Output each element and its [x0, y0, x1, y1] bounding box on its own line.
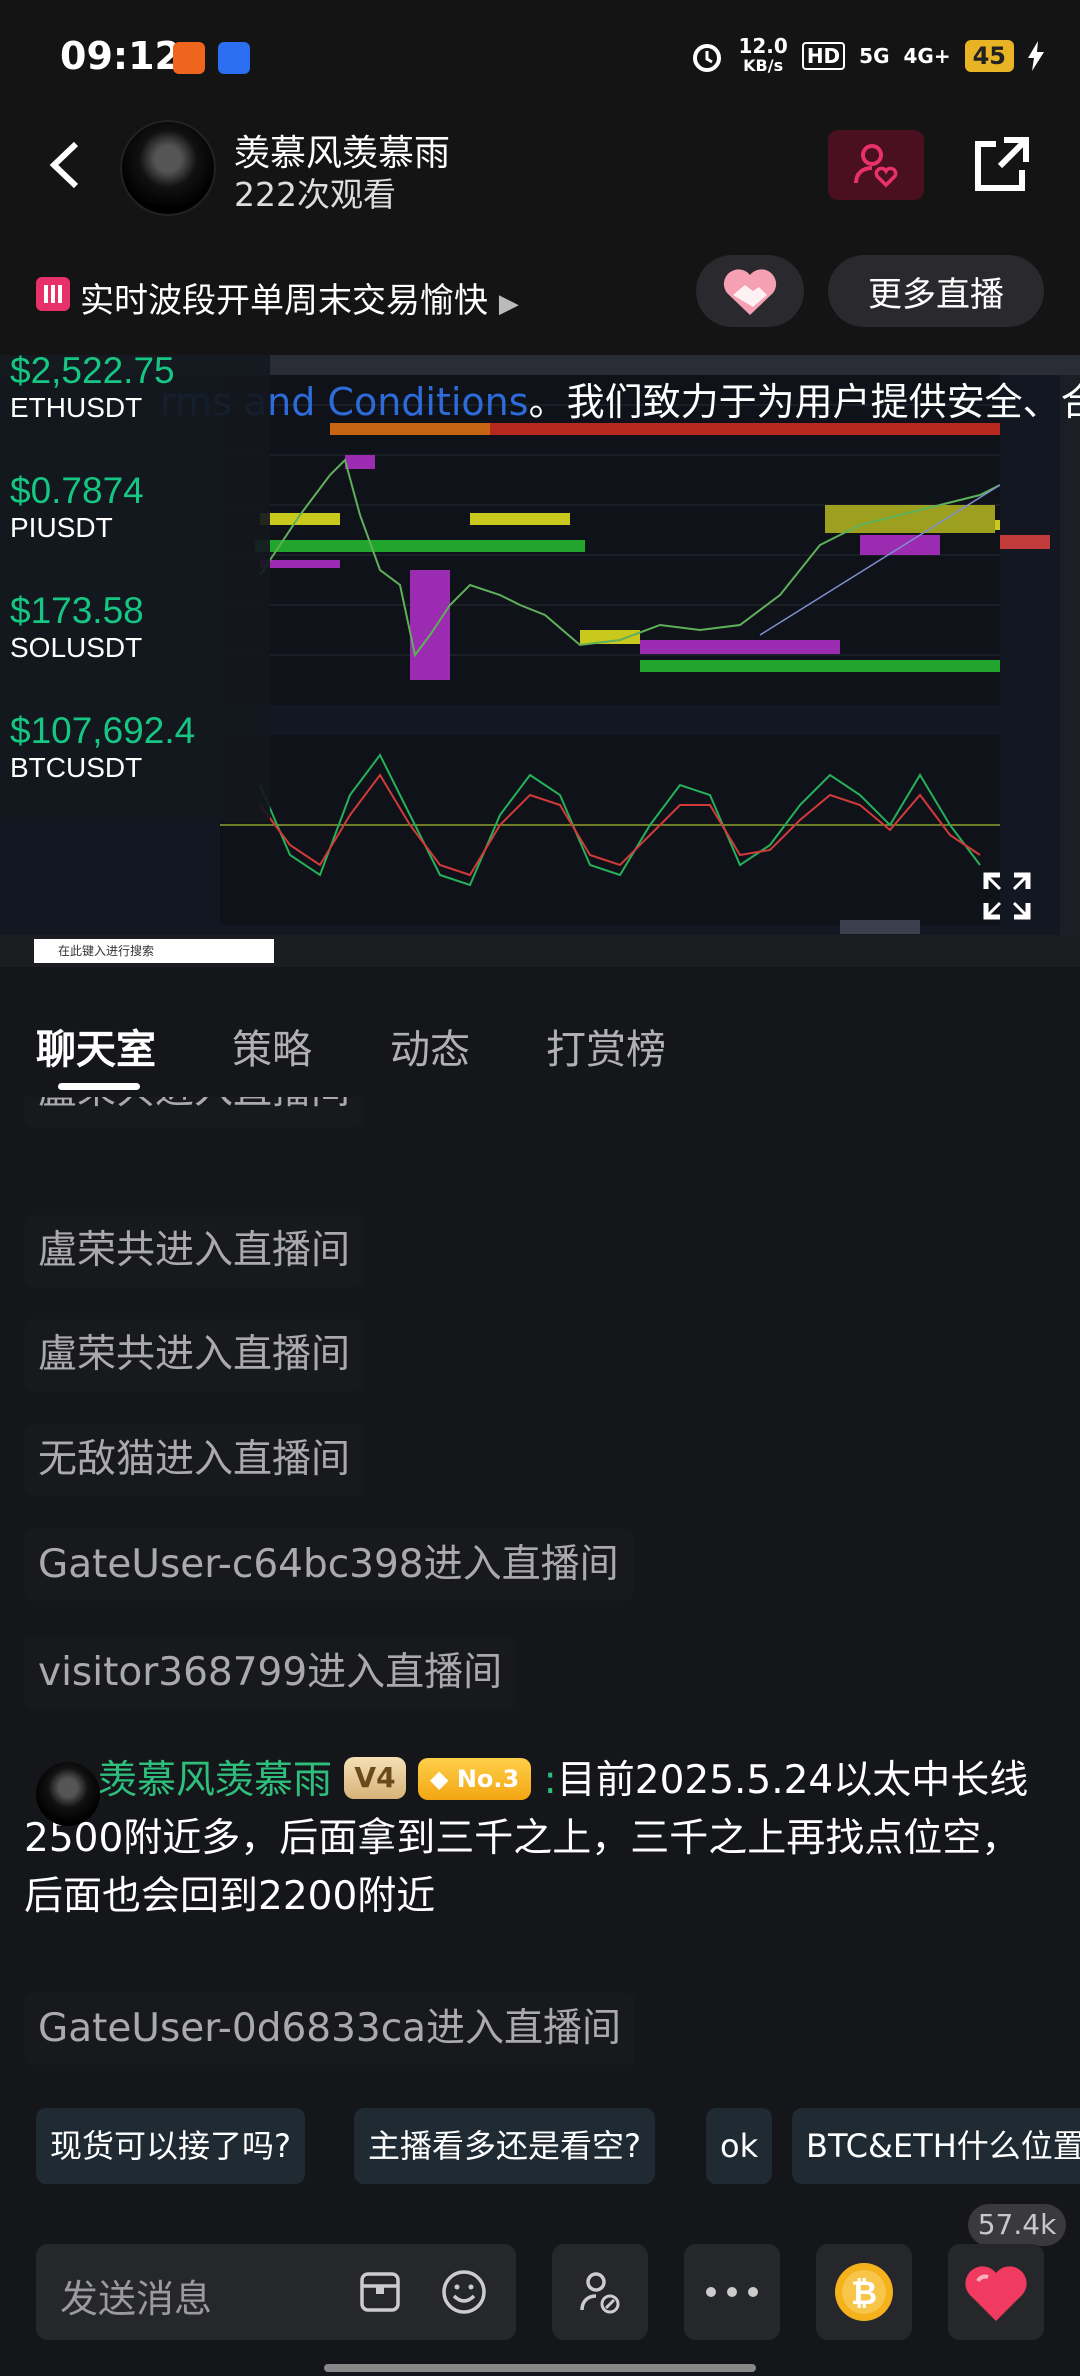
live-indicator-icon	[36, 277, 70, 311]
signal-4g-icon: 4G+	[903, 44, 951, 68]
rank-badge-text: No.3	[456, 1765, 520, 1793]
live-title[interactable]: 实时波段开单周末交易愉快 ▶	[80, 273, 519, 322]
quick-replies: 现货可以接了吗? 主播看多还是看空? ok BTC&ETH什么位置	[0, 2108, 1080, 2184]
hd-icon: HD	[801, 42, 846, 70]
tab-reward-ranking[interactable]: 打赏榜	[546, 1017, 666, 1075]
share-button[interactable]	[968, 132, 1034, 198]
box-icon[interactable]	[358, 2270, 402, 2314]
list-item: visitor368799进入直播间	[38, 1650, 503, 1695]
network-speed: 12.0 KB/s	[738, 36, 787, 76]
quick-reply-button[interactable]: BTC&ETH什么位置	[792, 2108, 1080, 2184]
host-chat-message: 羡慕风羡慕雨 V4 ◆ No.3 :目前2025.5.24以太中长线2500附近…	[24, 1752, 1044, 1926]
level-badge: V4	[344, 1757, 406, 1799]
ticker-price: $107,692.4	[10, 710, 196, 751]
more-dots-icon	[706, 2287, 758, 2297]
ticker-pi: $0.7874 PIUSDT	[10, 470, 144, 544]
tab-chatroom[interactable]: 聊天室	[36, 1017, 156, 1075]
status-indicators: 12.0 KB/s HD 5G 4G+ 45	[690, 36, 1044, 76]
scrolling-notice: rms and Conditions。我们致力于为用户提供安全、合规的	[160, 371, 1080, 426]
charging-icon	[1028, 41, 1044, 71]
status-time: 09:12	[60, 34, 181, 78]
live-title-bar: 实时波段开单周末交易愉快 ▶ 更多直播	[0, 255, 1080, 355]
alarm-icon	[693, 44, 722, 72]
ticker-panel: $2,522.75 ETHUSDT $0.7874 PIUSDT $173.58…	[0, 355, 270, 822]
net-speed-value: 12.0	[738, 34, 788, 58]
ticker-price: $2,522.75	[10, 355, 175, 391]
like-count: 57.4k	[968, 2204, 1066, 2246]
live-title-text: 实时波段开单周末交易愉快	[80, 281, 488, 321]
diamond-icon: ◆	[429, 1765, 449, 1793]
view-count: 222次观看	[234, 175, 396, 214]
more-options-button[interactable]	[684, 2244, 780, 2340]
chat-list[interactable]: 盧荣共进入直播间 盧荣共进入直播间 盧荣共进入直播间 无敌猫进入直播间 Gate…	[0, 1097, 1080, 2097]
ticker-pair: SOLUSDT	[10, 632, 143, 663]
list-item: GateUser-0d6833ca进入直播间	[38, 2006, 622, 2051]
heart-handshake-icon	[723, 269, 777, 315]
tab-activity[interactable]: 动态	[390, 1017, 470, 1075]
battery-icon: 45	[964, 40, 1014, 72]
ticker-sol: $173.58 SOLUSDT	[10, 590, 144, 664]
share-icon	[975, 137, 1029, 191]
ticker-pair: ETHUSDT	[10, 392, 143, 423]
like-button[interactable]	[948, 2244, 1044, 2340]
message-avatar	[36, 1762, 100, 1826]
fullscreen-button[interactable]	[982, 871, 1032, 921]
message-body: 羡慕风羡慕雨 V4 ◆ No.3 :目前2025.5.24以太中长线2500附近…	[24, 1752, 1044, 1926]
home-indicator[interactable]	[324, 2364, 756, 2372]
user-settings-button[interactable]	[552, 2244, 648, 2340]
list-item: 盧荣共进入直播间	[38, 1228, 351, 1273]
svg-text:₿: ₿	[851, 2274, 877, 2312]
bitcoin-coin-icon: ₿	[835, 2263, 893, 2321]
emoji-icon[interactable]	[440, 2268, 488, 2316]
list-item: 无敌猫进入直播间	[38, 1437, 351, 1482]
quick-reply-button[interactable]: 主播看多还是看空?	[354, 2108, 655, 2184]
notice-text: 。我们致力于为用户提供安全、合规的	[528, 380, 1080, 424]
ticker-pair: PIUSDT	[10, 512, 113, 543]
tip-coin-button[interactable]: ₿	[816, 2244, 912, 2340]
more-live-button[interactable]: 更多直播	[828, 255, 1044, 327]
host-avatar[interactable]	[120, 120, 216, 216]
status-bar: 09:12 12.0 KB/s HD 5G 4G+ 45	[0, 0, 1080, 110]
ticker-btc: $107,692.4 BTCUSDT	[10, 710, 195, 784]
live-video[interactable]: rms and Conditions。我们致力于为用户提供安全、合规的 $2,5…	[0, 355, 1080, 967]
handshake-button[interactable]	[696, 255, 804, 327]
signal-5g-icon: 5G	[859, 44, 890, 68]
taskbar-search: 在此键入进行搜索	[34, 939, 274, 963]
quick-reply-button[interactable]: 现货可以接了吗?	[36, 2108, 305, 2184]
person-heart-icon	[854, 144, 898, 188]
message-input-placeholder: 发送消息	[60, 2277, 213, 2321]
rank-badge: ◆ No.3	[417, 1758, 532, 1800]
heart-icon	[965, 2266, 1027, 2321]
tab-active-indicator	[58, 1083, 140, 1090]
chevron-left-icon	[49, 141, 79, 189]
tab-bar: 聊天室 策略 动态 打赏榜	[0, 967, 1080, 1097]
play-triangle-icon: ▶	[498, 289, 519, 319]
message-input[interactable]: 发送消息	[36, 2244, 516, 2340]
ticker-eth: $2,522.75 ETHUSDT	[10, 355, 175, 424]
quick-reply-button[interactable]: ok	[706, 2108, 773, 2184]
expand-icon	[983, 872, 1031, 920]
list-item: GateUser-c64bc398进入直播间	[38, 1542, 619, 1587]
back-button[interactable]	[46, 140, 82, 202]
desktop-taskbar: 在此键入进行搜索	[0, 935, 1080, 967]
message-sender[interactable]: 羡慕风羡慕雨	[98, 1758, 332, 1803]
net-speed-unit: KB/s	[743, 56, 784, 75]
message-separator: :	[543, 1758, 557, 1803]
ticker-pair: BTCUSDT	[10, 752, 143, 783]
app-notification-icon-2	[218, 42, 250, 74]
list-item: 盧荣共进入直播间	[38, 1332, 351, 1377]
ticker-price: $0.7874	[10, 470, 144, 511]
tab-strategy[interactable]: 策略	[232, 1017, 312, 1075]
follow-button[interactable]	[828, 130, 924, 200]
person-check-icon	[580, 2272, 620, 2314]
live-header: 羡慕风羡慕雨 222次观看	[0, 110, 1080, 260]
ticker-price: $173.58	[10, 590, 144, 631]
app-notification-icon	[173, 42, 205, 74]
list-item: 盧荣共进入直播间	[24, 1097, 364, 1127]
